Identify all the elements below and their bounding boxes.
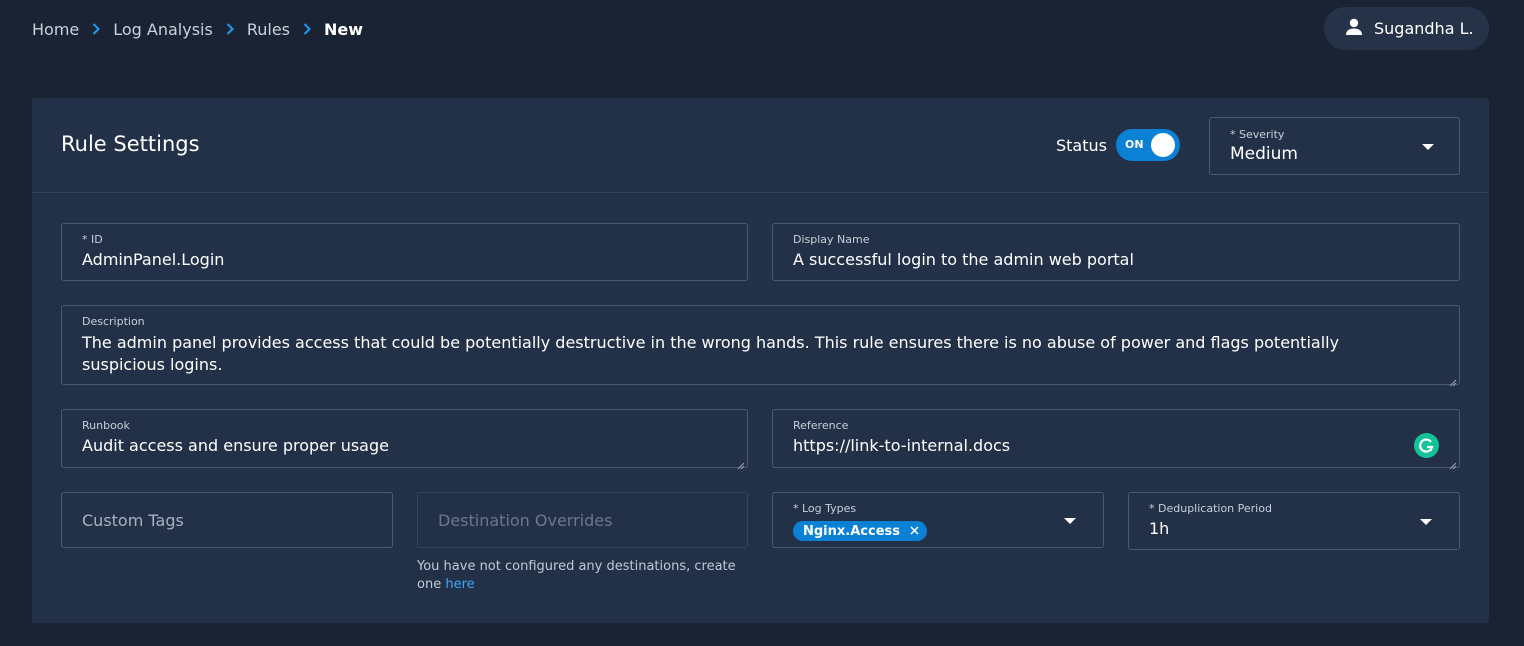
rule-settings-panel: Rule Settings Status ON * Severity Mediu…	[32, 98, 1489, 623]
custom-tags-input[interactable]: Custom Tags	[61, 492, 393, 548]
status-toggle[interactable]: ON	[1116, 129, 1180, 161]
severity-value: Medium	[1230, 144, 1298, 164]
grammarly-icon[interactable]	[1414, 433, 1439, 458]
description-value: The admin panel provides access that cou…	[82, 333, 1340, 374]
description-label: Description	[82, 315, 145, 328]
log-type-tag: Nginx.Access	[793, 521, 927, 541]
reference-field[interactable]: Reference https://link-to-internal.docs	[772, 409, 1460, 470]
display-name-label: Display Name	[793, 233, 870, 246]
chevron-right-icon	[79, 23, 113, 35]
log-types-select[interactable]: * Log Types Nginx.Access	[772, 492, 1104, 548]
resize-handle-icon[interactable]	[1447, 372, 1457, 387]
severity-label: * Severity	[1230, 128, 1285, 141]
chevron-down-icon	[1420, 519, 1432, 525]
runbook-field[interactable]: Runbook Audit access and ensure proper u…	[61, 409, 748, 470]
runbook-label: Runbook	[82, 419, 130, 432]
user-name: Sugandha L.	[1374, 19, 1474, 38]
chevron-right-icon	[213, 23, 247, 35]
deduplication-period-select[interactable]: * Deduplication Period 1h	[1128, 492, 1460, 550]
breadcrumb-current: New	[324, 19, 364, 39]
resize-handle-icon[interactable]	[1447, 455, 1457, 470]
resize-handle-icon[interactable]	[735, 455, 745, 470]
status-label: Status	[1056, 136, 1107, 155]
breadcrumb-log-analysis[interactable]: Log Analysis	[113, 20, 213, 39]
display-name-field[interactable]: Display Name A successful login to the a…	[772, 223, 1460, 281]
close-icon[interactable]	[910, 524, 919, 539]
deduplication-period-value: 1h	[1149, 519, 1170, 538]
destination-hint: You have not configured any destinations…	[417, 558, 747, 594]
log-types-label: * Log Types	[793, 502, 857, 515]
runbook-value: Audit access and ensure proper usage	[82, 436, 389, 455]
id-field[interactable]: * ID AdminPanel.Login	[61, 223, 748, 281]
user-menu-button[interactable]: Sugandha L.	[1324, 7, 1489, 50]
chevron-down-icon	[1064, 518, 1076, 524]
chevron-right-icon	[290, 23, 324, 35]
log-type-tag-label: Nginx.Access	[803, 523, 900, 539]
deduplication-period-label: * Deduplication Period	[1149, 502, 1272, 515]
severity-select[interactable]: * Severity Medium	[1209, 117, 1460, 175]
display-name-value: A successful login to the admin web port…	[793, 250, 1134, 269]
id-label: * ID	[82, 233, 103, 246]
chevron-down-icon	[1422, 144, 1434, 150]
breadcrumb: Home Log Analysis Rules New	[32, 18, 363, 40]
breadcrumb-home[interactable]: Home	[32, 20, 79, 39]
description-field[interactable]: Description The admin panel provides acc…	[61, 305, 1460, 387]
page-title: Rule Settings	[61, 132, 200, 156]
custom-tags-placeholder: Custom Tags	[82, 511, 184, 530]
toggle-knob	[1151, 133, 1175, 157]
reference-value: https://link-to-internal.docs	[793, 436, 1011, 455]
destination-overrides-input[interactable]: Destination Overrides	[417, 492, 748, 548]
status-toggle-text: ON	[1125, 138, 1144, 151]
user-icon	[1344, 17, 1364, 41]
breadcrumb-rules[interactable]: Rules	[247, 20, 290, 39]
destination-overrides-placeholder: Destination Overrides	[438, 511, 613, 530]
panel-header: Rule Settings Status ON * Severity Mediu…	[32, 98, 1489, 193]
id-value: AdminPanel.Login	[82, 250, 225, 269]
reference-label: Reference	[793, 419, 849, 432]
create-destination-link[interactable]: here	[445, 577, 474, 592]
